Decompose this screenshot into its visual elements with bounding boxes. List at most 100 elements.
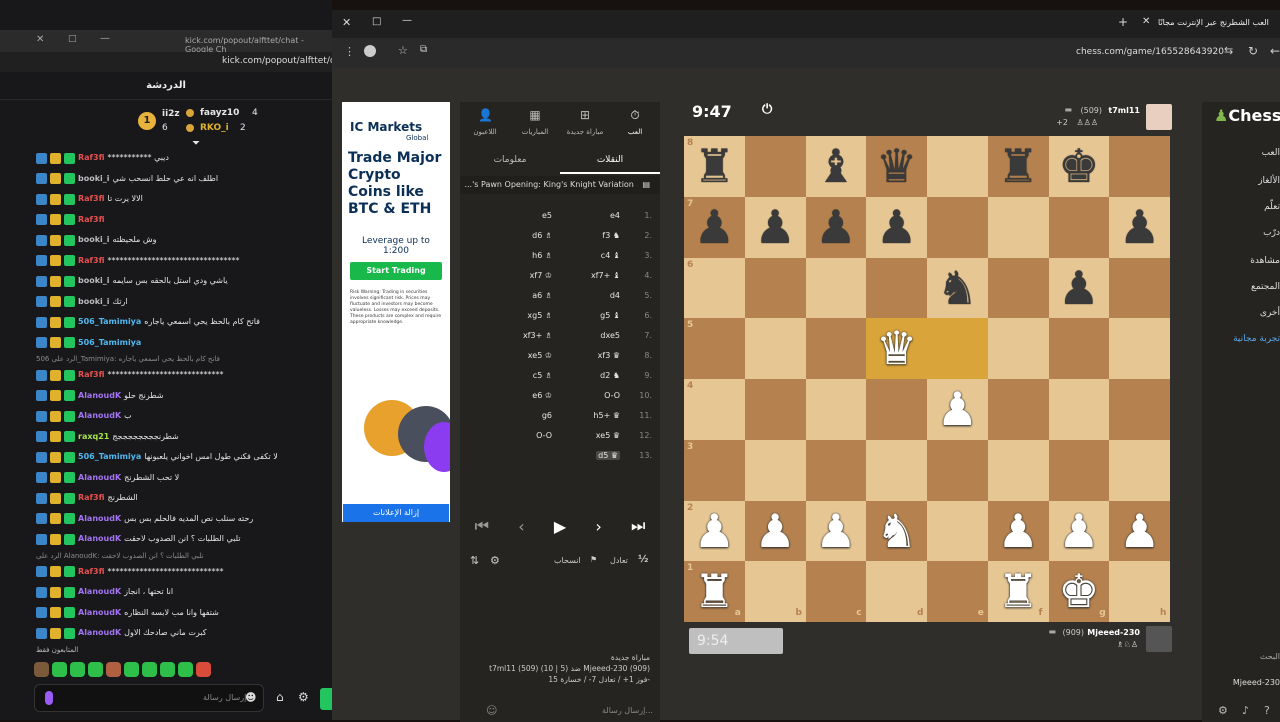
white-move[interactable]: e4 <box>570 206 620 226</box>
white-piece-e4[interactable]: ♟ <box>927 379 988 440</box>
black-piece-a7[interactable]: ♟ <box>684 197 745 258</box>
sidebar-item-train[interactable]: درّب <box>1263 228 1280 238</box>
chat-username[interactable]: booki_i <box>78 169 110 190</box>
next-move-icon[interactable]: › <box>595 517 601 536</box>
black-piece-h7[interactable]: ♟ <box>1109 197 1170 258</box>
white-move[interactable]: xe5 ♛ <box>570 426 620 446</box>
white-piece-h2[interactable]: ♟ <box>1109 501 1170 562</box>
square-d3[interactable] <box>866 439 927 501</box>
white-piece-a1[interactable]: ♜ <box>684 561 745 622</box>
square-g5[interactable] <box>1048 318 1110 379</box>
chat-username[interactable]: Raf3fi <box>78 562 105 583</box>
square-f7[interactable] <box>987 196 1049 258</box>
emoji-icon[interactable]: ☻ <box>245 691 256 704</box>
square-c3[interactable] <box>805 439 867 501</box>
star-icon[interactable]: ☆ <box>398 44 408 57</box>
square-h8[interactable] <box>1109 136 1170 197</box>
black-move[interactable]: e6 ♔ <box>502 386 552 406</box>
mic-icon[interactable] <box>45 691 53 705</box>
chat-username[interactable]: 506_Tamimiya <box>78 447 141 468</box>
close-icon[interactable]: ✕ <box>36 34 44 45</box>
bottom-player-name[interactable]: Mjeeed-230 <box>1087 628 1140 637</box>
gift-button-icon[interactable]: ⌂ <box>276 690 284 704</box>
chesscom-logo[interactable]: ♟Chess.com <box>1214 106 1280 125</box>
chat-username[interactable]: AlanoudK <box>78 386 121 407</box>
chat-username[interactable]: AlanoudK <box>78 623 121 644</box>
black-move[interactable]: c5 ♗ <box>502 366 552 386</box>
help-icon[interactable]: ? <box>1264 704 1270 717</box>
white-move[interactable]: dxe5 <box>570 326 620 346</box>
chat-username[interactable]: AlanoudK <box>78 582 121 603</box>
square-f4[interactable] <box>987 379 1049 440</box>
square-b8[interactable] <box>744 136 806 197</box>
avatar[interactable] <box>1146 104 1172 130</box>
black-piece-e6[interactable]: ♞ <box>927 258 988 319</box>
square-c4[interactable] <box>805 379 867 440</box>
white-move[interactable]: h5+ ♛ <box>570 406 620 426</box>
first-move-icon[interactable]: ⏮ <box>475 516 489 536</box>
black-piece-f8[interactable]: ♜ <box>988 136 1049 197</box>
square-e8[interactable] <box>927 136 988 197</box>
emote-icon[interactable] <box>160 662 175 677</box>
square-d6[interactable] <box>866 257 927 319</box>
black-piece-c8[interactable]: ♝ <box>806 136 867 197</box>
ad-cta-button[interactable]: Start Trading <box>350 262 442 280</box>
last-move-icon[interactable]: ⏭ <box>631 516 645 536</box>
close-icon[interactable]: ✕ <box>342 16 351 29</box>
back-icon[interactable]: ← <box>1270 44 1280 58</box>
chat-address-bar[interactable]: kick.com/popout/alfttet/chat <box>0 52 332 72</box>
emoji-icon[interactable]: ☺ <box>486 704 497 717</box>
white-piece-g2[interactable]: ♟ <box>1049 501 1110 562</box>
black-move[interactable]: xf3+ ♗ <box>502 326 552 346</box>
chat-username[interactable]: 506_Tamimiya <box>78 333 141 354</box>
black-move[interactable]: a6 ♗ <box>502 286 552 306</box>
emote-icon[interactable] <box>196 662 211 677</box>
chat-username[interactable]: 506_Tamimiya <box>78 312 141 333</box>
white-move[interactable]: f3 ♞ <box>570 226 620 246</box>
chat-username[interactable]: AlanoudK <box>78 529 121 550</box>
sidebar-item-free-trial[interactable]: تجربة مجانية <box>1233 334 1280 344</box>
sidebar-user[interactable]: Mjeeed-230 <box>1233 678 1280 687</box>
white-move[interactable]: xf3 ♛ <box>570 346 620 366</box>
emote-icon[interactable] <box>88 662 103 677</box>
sidebar-search[interactable]: البحث <box>1260 652 1280 661</box>
chat-username[interactable]: booki_i <box>78 271 110 292</box>
settings-icon[interactable]: ⚙ <box>490 554 500 567</box>
square-f6[interactable] <box>987 257 1049 319</box>
square-g7[interactable] <box>1048 196 1110 258</box>
square-e7[interactable] <box>927 196 988 258</box>
white-move[interactable]: c4 ♝ <box>570 246 620 266</box>
square-c5[interactable] <box>805 318 867 379</box>
sidebar-item-play[interactable]: العب <box>1262 148 1280 158</box>
chat-username[interactable]: AlanoudK <box>78 603 121 624</box>
white-piece-g1[interactable]: ♚ <box>1049 561 1110 622</box>
square-h6[interactable] <box>1109 257 1170 319</box>
black-move[interactable]: d6 ♗ <box>502 226 552 246</box>
chat-username[interactable]: AlanoudK <box>78 406 121 427</box>
prev-move-icon[interactable]: ‹ <box>518 517 524 536</box>
url-text[interactable]: chess.com/game/165528643920 <box>1076 47 1224 57</box>
translate-icon[interactable]: ⇆ <box>1224 44 1233 57</box>
black-piece-a8[interactable]: ♜ <box>684 136 745 197</box>
black-piece-g6[interactable]: ♟ <box>1049 258 1110 319</box>
chat-username[interactable]: AlanoudK <box>78 509 121 530</box>
site-icon[interactable] <box>364 45 376 57</box>
settings-icon[interactable]: ⚙ <box>298 690 309 704</box>
black-piece-d7[interactable]: ♟ <box>866 197 927 258</box>
square-c6[interactable] <box>805 257 867 319</box>
white-move[interactable]: d5 ♛ <box>570 446 620 466</box>
play-icon[interactable]: ▶ <box>554 517 566 536</box>
square-e5[interactable] <box>927 318 988 379</box>
white-move[interactable]: xf7+ ♝ <box>570 266 620 286</box>
menu-dots-icon[interactable]: ⋮ <box>344 45 355 58</box>
emote-icon[interactable] <box>106 662 121 677</box>
square-f3[interactable] <box>987 439 1049 501</box>
black-move[interactable]: e5 <box>502 206 552 226</box>
white-move[interactable]: d4 <box>570 286 620 306</box>
sidebar-item-community[interactable]: المجتمع <box>1251 282 1280 292</box>
square-b4[interactable] <box>744 379 806 440</box>
maximize-icon[interactable]: □ <box>68 34 77 44</box>
resign-button[interactable]: انسحاب <box>554 556 581 565</box>
send-button[interactable] <box>320 688 332 710</box>
emote-icon[interactable] <box>124 662 139 677</box>
